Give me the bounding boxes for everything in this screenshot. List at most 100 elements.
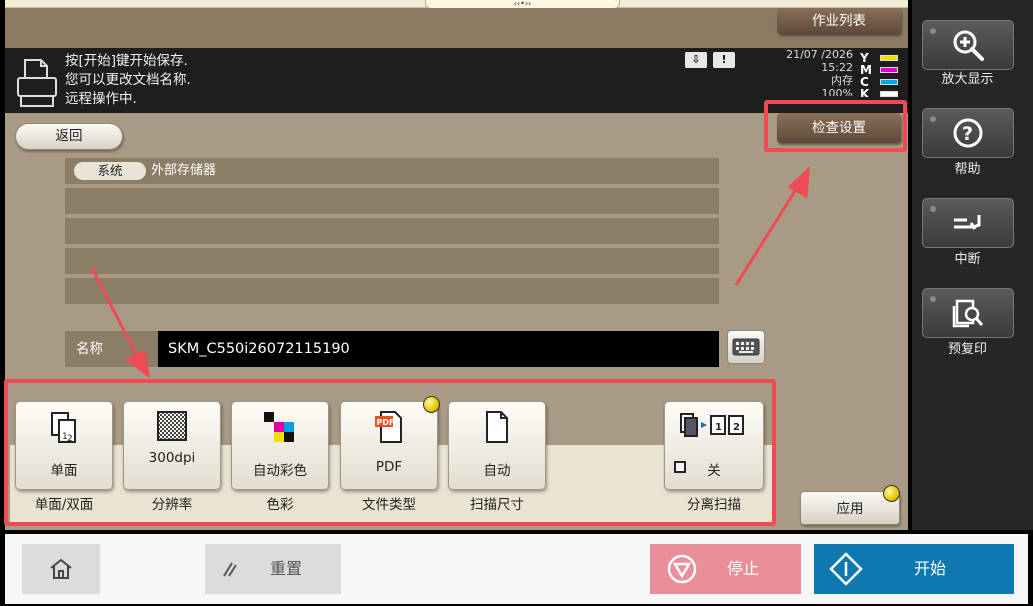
separate-scan-button[interactable]: 1 2 关 <box>664 401 764 490</box>
separate-scan-value: 关 <box>707 463 721 479</box>
reset-icon <box>223 562 237 577</box>
toner-row: C <box>860 76 904 88</box>
status-message: 按[开始]键开始保存. 您可以更改文档名称. 远程操作中. <box>65 52 191 109</box>
zoom-label: 放大显示 <box>941 72 994 87</box>
zoom-in-icon <box>953 30 984 61</box>
separate-scan-icon: 1 2 <box>680 413 744 437</box>
help-label: 帮助 <box>954 162 981 177</box>
reset-label: 重置 <box>270 559 303 578</box>
separate-scan-caption: 分离扫描 <box>687 497 741 513</box>
home-icon <box>50 558 72 579</box>
status-line-1: 按[开始]键开始保存. <box>65 53 188 69</box>
duplex-caption: 单面/双面 <box>34 497 94 513</box>
svg-text:1: 1 <box>715 422 722 433</box>
toner-bar <box>880 91 898 97</box>
svg-text:2: 2 <box>733 422 740 433</box>
status-datetime: 21/07 /2026 15:22 内存 100% <box>765 48 853 96</box>
mfp-screen: ‹‹•›› 作业列表 按[开始]键开始保存. 您可以更改文档名称. 远程操作中.… <box>0 0 1033 606</box>
bottom-bar: 重置 停止 开始 <box>5 534 1028 604</box>
interrupt-button[interactable] <box>922 198 1014 248</box>
led-indicator <box>930 206 936 212</box>
preview-label: 预复印 <box>947 342 987 357</box>
toner-levels: YMCK <box>860 52 904 97</box>
led-indicator <box>930 28 936 34</box>
stop-button[interactable]: 停止 <box>650 544 801 594</box>
color-caption: 色彩 <box>266 497 294 513</box>
name-label: 名称 <box>65 331 158 367</box>
status-time: 15:22 <box>821 61 853 74</box>
toner-bar <box>880 67 898 73</box>
help-button[interactable]: ? <box>922 108 1014 158</box>
duplex-page-icon: 1 2 <box>51 412 76 444</box>
memory-value: 100% <box>821 87 853 96</box>
document-name-field[interactable]: SKM_C550i26072115190 <box>158 331 719 367</box>
path-row[interactable]: 系统 外部存储器 <box>65 158 719 184</box>
apply-indicator-icon <box>883 485 900 502</box>
destination-path-list: 系统 外部存储器 <box>65 158 719 308</box>
scan-panel: ‹‹•›› 作业列表 按[开始]键开始保存. 您可以更改文档名称. 远程操作中.… <box>5 0 908 530</box>
start-icon <box>829 552 863 586</box>
header-band <box>5 8 908 48</box>
toner-row: K <box>860 88 904 97</box>
stop-icon <box>667 554 697 584</box>
keyboard-button[interactable] <box>727 330 765 364</box>
duplex-button[interactable]: 1 2 单面 <box>15 401 113 490</box>
help-icon: ? <box>953 118 983 148</box>
stop-label: 停止 <box>727 559 760 578</box>
led-indicator <box>930 296 936 302</box>
system-chip[interactable]: 系统 <box>74 162 146 180</box>
check-settings-button[interactable]: 检查设置 <box>777 113 901 143</box>
side-panel: 放大显示 ? 帮助 中断 预复印 <box>912 0 1033 530</box>
scan-size-button[interactable]: 自动 <box>448 401 546 490</box>
pdf-file-icon: PDF <box>375 411 402 443</box>
path-row[interactable] <box>65 218 719 244</box>
duplex-value: 单面 <box>50 463 78 479</box>
resolution-button[interactable]: 300dpi <box>123 401 221 490</box>
reset-button[interactable]: 重置 <box>205 544 341 594</box>
resolution-caption: 分辨率 <box>151 497 193 513</box>
svg-text:2: 2 <box>67 434 73 444</box>
toner-letter: K <box>860 88 870 97</box>
top-strip: ‹‹•›› <box>5 0 908 9</box>
toner-letter: C <box>860 75 869 89</box>
changed-indicator-icon <box>423 396 440 413</box>
toner-bar <box>880 79 898 85</box>
preview-icon <box>952 299 984 328</box>
path-row[interactable] <box>65 188 719 214</box>
back-button[interactable]: 返回 <box>15 123 123 150</box>
color-value: 自动彩色 <box>253 463 307 479</box>
interrupt-icon <box>954 215 981 230</box>
page-size-icon <box>486 411 508 443</box>
path-row[interactable] <box>65 278 719 304</box>
file-type-caption: 文件类型 <box>362 497 416 513</box>
interrupt-label: 中断 <box>954 252 981 267</box>
svg-text:?: ? <box>962 123 973 145</box>
svg-text:PDF: PDF <box>377 418 395 427</box>
home-button[interactable] <box>22 544 100 594</box>
status-area: 按[开始]键开始保存. 您可以更改文档名称. 远程操作中. ⇩ ! 21/07 … <box>5 48 908 113</box>
led-indicator <box>930 116 936 122</box>
color-button[interactable]: 自动彩色 <box>231 401 329 490</box>
start-label: 开始 <box>914 559 947 578</box>
memory-label: 内存 <box>831 74 853 87</box>
toner-bar <box>880 55 898 61</box>
path-location: 外部存储器 <box>151 163 217 178</box>
scan-size-caption: 扫描尺寸 <box>470 497 524 513</box>
file-type-button[interactable]: PDF PDF <box>340 401 438 490</box>
start-button[interactable]: 开始 <box>814 544 1014 594</box>
resolution-grid-icon <box>157 411 187 441</box>
status-line-3: 远程操作中. <box>65 91 137 107</box>
scanner-icon <box>17 59 57 107</box>
status-date: 21/07 /2026 <box>786 48 853 61</box>
file-type-value: PDF <box>375 459 403 475</box>
status-line-2: 您可以更改文档名称. <box>65 72 191 88</box>
preview-button[interactable] <box>922 288 1014 338</box>
storage-device-icon[interactable]: ⇩ <box>685 52 707 68</box>
zoom-button[interactable] <box>922 20 1014 70</box>
job-list-button[interactable]: 作业列表 <box>777 8 901 34</box>
warning-icon[interactable]: ! <box>713 52 735 68</box>
keyboard-icon <box>732 338 760 356</box>
path-row[interactable] <box>65 248 719 274</box>
resolution-value: 300dpi <box>148 450 196 466</box>
scan-size-value: 自动 <box>483 463 511 479</box>
